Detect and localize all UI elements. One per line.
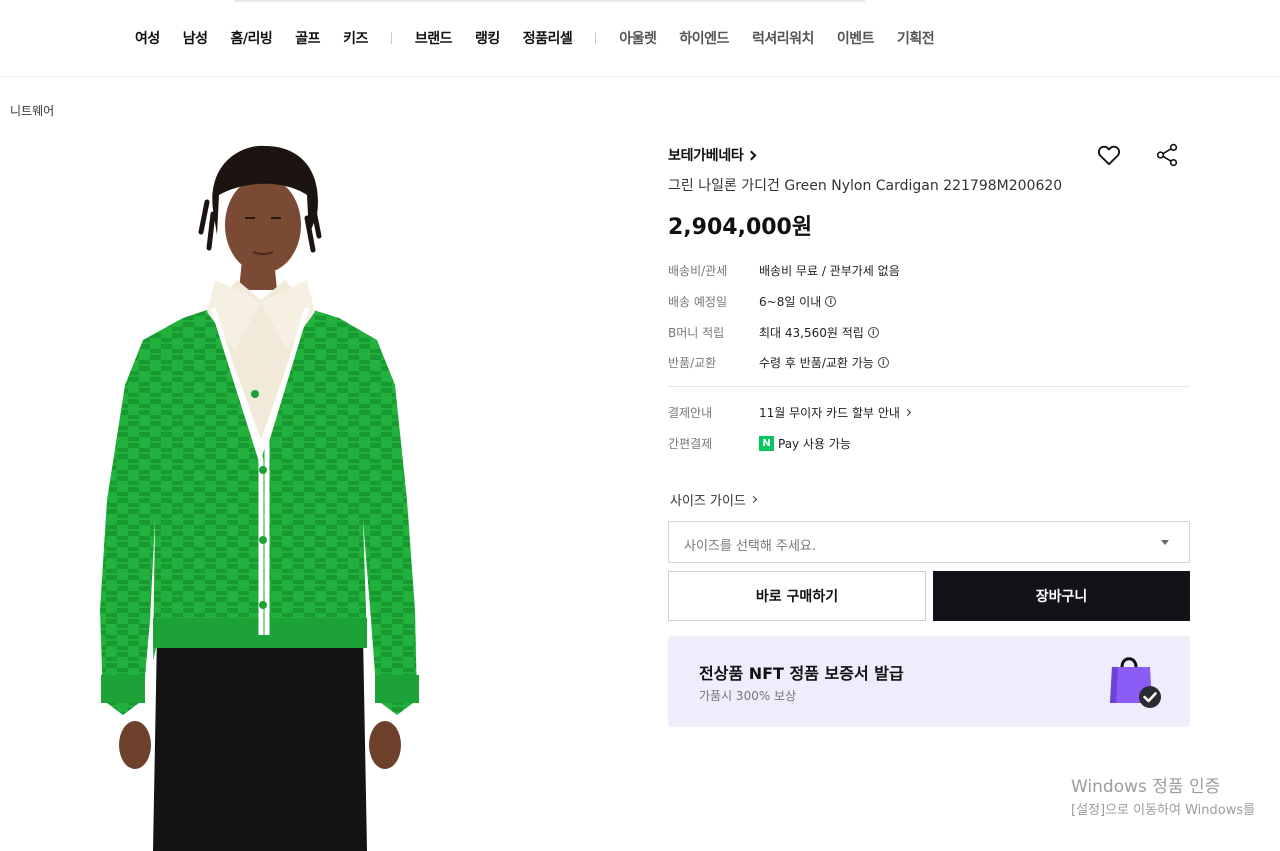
detail-row: 배송비/관세 배송비 무료 / 관부가세 없음 <box>668 260 900 280</box>
detail-value: 최대 43,560원 적립 i <box>759 324 879 341</box>
detail-row: 반품/교환 수령 후 반품/교환 가능 i <box>668 352 889 372</box>
windows-activation-watermark: Windows 정품 인증 [설정]으로 이동하여 Windows를 <box>1071 772 1255 818</box>
nav-separator <box>595 32 597 44</box>
product-name: 그린 나일론 가디건 Green Nylon Cardigan 221798M2… <box>668 178 1063 194</box>
size-guide-link[interactable]: 사이즈 가이드 <box>670 490 757 509</box>
nav-item[interactable]: 아울렛 <box>619 28 657 48</box>
nav-item[interactable]: 골프 <box>295 28 320 48</box>
add-to-cart-button[interactable]: 장바구니 <box>933 571 1190 621</box>
nav-item[interactable]: 랭킹 <box>475 28 500 48</box>
detail-row: 배송 예정일 6~8일 이내 i <box>668 291 837 311</box>
breadcrumb[interactable]: 니트웨어 <box>10 102 54 119</box>
nav-item[interactable]: 기획전 <box>897 28 935 48</box>
nav-item[interactable]: 키즈 <box>343 28 368 48</box>
category-menu: 여성 남성 홈/리빙 골프 키즈 브랜드 랭킹 정품리셀 아울렛 하이엔드 럭셔리워치 이벤트 기획전 <box>135 27 957 49</box>
nav-item[interactable]: 남성 <box>183 28 208 48</box>
nav-item[interactable]: 브랜드 <box>415 28 453 48</box>
chevron-right-icon <box>903 408 911 416</box>
payment-key: 결제안내 <box>668 405 713 420</box>
nav-item[interactable]: 이벤트 <box>837 28 875 48</box>
size-select-placeholder: 사이즈를 선택해 주세요. <box>684 539 816 554</box>
payment-value: N Pay 사용 가능 <box>759 435 851 452</box>
detail-value-text: 배송비 무료 / 관부가세 없음 <box>759 263 900 278</box>
nav-item[interactable]: 하이엔드 <box>679 28 729 48</box>
detail-value: 6~8일 이내 i <box>759 293 837 310</box>
nav-item[interactable]: 럭셔리워치 <box>752 28 814 48</box>
info-icon[interactable]: i <box>877 356 889 368</box>
watermark-line1: Windows 정품 인증 <box>1071 777 1221 797</box>
product-image[interactable] <box>95 140 425 851</box>
payment-value-text: Pay 사용 가능 <box>778 436 851 451</box>
detail-value-text: 수령 후 반품/교환 가능 <box>759 355 874 370</box>
info-icon[interactable]: i <box>825 295 837 307</box>
watermark-line2: [설정]으로 이동하여 Windows를 <box>1071 803 1256 818</box>
size-select[interactable]: 사이즈를 선택해 주세요. <box>668 521 1190 563</box>
detail-value-text: 최대 43,560원 적립 <box>759 325 864 340</box>
nav-item[interactable]: 여성 <box>135 28 160 48</box>
nft-certificate-banner[interactable]: 전상품 NFT 정품 보증서 발급 가품시 300% 보상 <box>668 636 1190 727</box>
detail-key: B머니 적립 <box>668 325 725 340</box>
chevron-right-icon <box>749 495 757 504</box>
detail-value: 배송비 무료 / 관부가세 없음 <box>759 262 900 279</box>
detail-value: 수령 후 반품/교환 가능 i <box>759 354 889 371</box>
payment-row[interactable]: 결제안내 11월 무이자 카드 할부 안내 <box>668 402 911 422</box>
payment-value-text: 11월 무이자 카드 할부 안내 <box>759 405 900 420</box>
chevron-right-icon <box>747 150 757 161</box>
global-navigation: 여성 남성 홈/리빙 골프 키즈 브랜드 랭킹 정품리셀 아울렛 하이엔드 럭셔리워치 이벤트 기획전 <box>0 0 1280 77</box>
detail-value-text: 6~8일 이내 <box>759 294 822 309</box>
size-guide-label: 사이즈 가이드 <box>670 494 746 509</box>
nft-banner-title: 전상품 NFT 정품 보증서 발급 <box>699 664 904 683</box>
product-page: 여성 남성 홈/리빙 골프 키즈 브랜드 랭킹 정품리셀 아울렛 하이엔드 럭셔리워치 이벤트 기획전 … <box>0 0 1280 851</box>
buy-now-button[interactable]: 바로 구매하기 <box>668 571 926 621</box>
nav-item[interactable]: 정품리셀 <box>523 28 573 48</box>
share-button[interactable] <box>1154 142 1180 168</box>
detail-row: B머니 적립 최대 43,560원 적립 i <box>668 322 879 342</box>
wish-button[interactable] <box>1096 142 1122 168</box>
brand-link[interactable]: 보테가베네타 <box>668 145 757 165</box>
brand-name: 보테가베네타 <box>668 148 744 164</box>
heart-icon <box>1097 145 1121 166</box>
info-icon[interactable]: i <box>867 326 879 338</box>
shopping-bag-check-icon <box>1110 657 1161 708</box>
payment-value: 11월 무이자 카드 할부 안내 <box>759 404 911 421</box>
payment-row: 간편결제 N Pay 사용 가능 <box>668 433 851 453</box>
detail-key: 배송비/관세 <box>668 263 728 278</box>
detail-key: 배송 예정일 <box>668 294 728 309</box>
detail-key: 반품/교환 <box>668 355 717 370</box>
nav-separator <box>390 32 392 44</box>
product-price: 2,904,000원 <box>668 215 813 240</box>
caret-down-icon <box>1161 540 1169 545</box>
payment-key: 간편결제 <box>668 436 713 451</box>
share-icon <box>1156 143 1178 167</box>
nft-banner-subtitle: 가품시 300% 보상 <box>699 689 797 703</box>
nav-item[interactable]: 홈/리빙 <box>231 28 273 48</box>
divider <box>668 386 1190 387</box>
product-photo-green-cardigan <box>100 145 419 851</box>
naver-pay-logo-icon: N <box>759 435 774 451</box>
